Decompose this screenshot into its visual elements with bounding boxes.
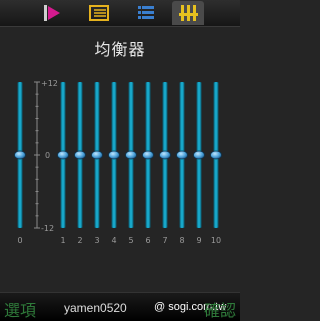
confirm-softkey[interactable]: 確認 xyxy=(204,297,236,321)
band-label: 2 xyxy=(77,236,82,245)
eq-slider-knob-9[interactable] xyxy=(193,150,205,160)
scale-zero-label: 0 xyxy=(45,151,50,160)
eq-slider-knob-4[interactable] xyxy=(108,150,120,160)
band-label: 7 xyxy=(162,236,167,245)
eq-slider-knob-10[interactable] xyxy=(210,150,222,160)
eq-slider-knob-1[interactable] xyxy=(57,150,69,160)
band-label: 8 xyxy=(179,236,184,245)
band-label: 9 xyxy=(196,236,201,245)
band-label: 10 xyxy=(211,236,221,245)
eq-slider-knob-3[interactable] xyxy=(91,150,103,160)
eq-slider-knob-8[interactable] xyxy=(176,150,188,160)
band-label: 5 xyxy=(128,236,133,245)
band-label: 3 xyxy=(94,236,99,245)
band-label: 4 xyxy=(111,236,116,245)
eq-slider-knob-6[interactable] xyxy=(142,150,154,160)
softkey-bar: 選項 yamen0520 @ sogi.com.tw 確認 xyxy=(0,292,240,321)
band-label: 0 xyxy=(17,236,22,245)
band-label: 1 xyxy=(60,236,65,245)
username-label: yamen0520 xyxy=(64,301,127,315)
options-softkey[interactable]: 選項 xyxy=(4,297,36,321)
eq-slider-knob-0[interactable] xyxy=(14,150,26,160)
band-label: 6 xyxy=(145,236,150,245)
eq-slider-knob-5[interactable] xyxy=(125,150,137,160)
eq-slider-knob-7[interactable] xyxy=(159,150,171,160)
scale-min-label: -12 xyxy=(41,224,54,233)
equalizer-panel: +12 0 -12 0 1 2 3 4 5 6 7 8 9 10 xyxy=(14,79,222,245)
scale-max-label: +12 xyxy=(41,79,58,88)
eq-slider-knob-2[interactable] xyxy=(74,150,86,160)
